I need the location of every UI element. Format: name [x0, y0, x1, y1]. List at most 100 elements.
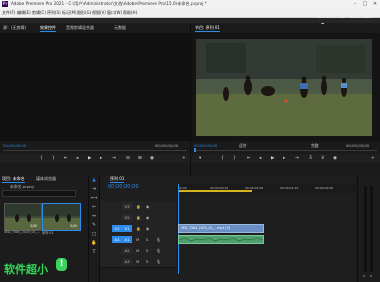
step-back-icon[interactable]: ◂: [259, 156, 261, 161]
eye-icon[interactable]: ◉: [146, 215, 149, 220]
mark-out-icon[interactable]: }: [233, 156, 236, 161]
play-icon[interactable]: ▶: [88, 156, 91, 161]
overwrite-icon[interactable]: ⊞: [138, 156, 142, 161]
go-to-in-icon[interactable]: ⇤: [64, 156, 68, 161]
solo-icon[interactable]: S: [146, 248, 148, 253]
video-clip[interactable]: 3ED_7584_2020_01_...mp4 [V]: [178, 224, 264, 233]
source-monitor-panel: 源：(无剪辑) 效果控件 音频剪辑混合器 元数据 00;00;00;00 00;…: [0, 24, 191, 176]
source-viewer[interactable]: [0, 33, 190, 141]
mark-in-icon[interactable]: {: [221, 156, 224, 161]
menu-clip[interactable]: 剪辑(C): [32, 8, 46, 17]
lock-icon[interactable]: 🔒: [136, 204, 141, 209]
razor-tool-icon[interactable]: ✂: [91, 205, 97, 211]
lock-icon[interactable]: 🔒: [136, 226, 141, 231]
export-frame-icon[interactable]: ◉: [333, 156, 337, 161]
tab-audio-mixer[interactable]: 音频剪辑混合器: [66, 25, 94, 31]
clip-name: 3ED_7584_2020_01_...: [4, 230, 41, 234]
eye-icon[interactable]: ◉: [146, 204, 149, 209]
menu-marker[interactable]: 标记(M): [62, 8, 77, 17]
meter-right: [370, 186, 373, 272]
insert-icon[interactable]: ⊟: [126, 156, 130, 161]
menu-graphics[interactable]: 图形(G): [77, 8, 91, 17]
hand-tool-icon[interactable]: ✋: [91, 241, 97, 247]
tab-project[interactable]: 项目: 未命名: [2, 176, 25, 183]
menu-file[interactable]: 文件(F): [2, 8, 15, 17]
tab-effect-controls[interactable]: 效果控件: [40, 25, 56, 32]
track-label[interactable]: A3: [122, 258, 132, 265]
go-to-out-icon[interactable]: ⇥: [295, 156, 299, 161]
program-video-frame: [196, 39, 372, 136]
eye-icon[interactable]: ◉: [146, 226, 149, 231]
track-label[interactable]: A1: [122, 236, 132, 243]
track-label[interactable]: A2: [122, 247, 132, 254]
track-label[interactable]: V3: [122, 203, 132, 210]
menu-sequence[interactable]: 序列(S): [47, 8, 61, 17]
fit-dropdown[interactable]: 适合: [239, 143, 247, 149]
program-playhead[interactable]: [194, 148, 196, 152]
lock-icon[interactable]: 🔒: [136, 215, 141, 220]
menu-help[interactable]: 帮助(H): [123, 8, 137, 17]
rectangle-tool-icon[interactable]: □: [91, 232, 97, 238]
tab-program[interactable]: 节目: 序列 01: [195, 25, 220, 32]
mute-icon[interactable]: M: [136, 237, 139, 242]
lift-icon[interactable]: ⊼: [309, 156, 312, 161]
title-bar: Pr Adobe Premiere Pro 2021 - C:\用户\Admin…: [0, 0, 380, 8]
quality-dropdown[interactable]: 完整: [311, 143, 319, 149]
source-timecode[interactable]: 00;00;00;00: [3, 143, 26, 148]
brand-logo-icon: !: [56, 258, 67, 271]
audio-clip[interactable]: [178, 235, 264, 244]
mute-icon[interactable]: M: [136, 259, 139, 264]
selection-tool-icon[interactable]: ▲: [91, 178, 97, 184]
mic-icon[interactable]: 🎙: [156, 237, 161, 242]
marker-icon[interactable]: ▾: [199, 156, 201, 161]
add-button-icon[interactable]: +: [182, 156, 186, 161]
minimize-icon[interactable]: –: [350, 0, 360, 8]
work-area-bar[interactable]: [178, 190, 252, 192]
tab-source[interactable]: 源：(无剪辑): [3, 25, 26, 31]
solo-left-button[interactable]: S: [363, 274, 365, 278]
step-forward-icon[interactable]: ▸: [100, 156, 102, 161]
tab-media-browser[interactable]: 媒体浏览器: [36, 176, 56, 182]
ruler-tick: 00;00;02;00: [315, 186, 334, 190]
pen-tool-icon[interactable]: ✎: [91, 223, 97, 229]
project-search-input[interactable]: [2, 190, 76, 197]
go-to-out-icon[interactable]: ⇥: [112, 156, 116, 161]
solo-right-button[interactable]: S: [370, 274, 372, 278]
close-icon[interactable]: ✕: [370, 0, 380, 8]
mute-icon[interactable]: M: [136, 248, 139, 253]
step-back-icon[interactable]: ◂: [76, 156, 78, 161]
mark-out-icon[interactable]: }: [52, 156, 55, 161]
solo-icon[interactable]: S: [146, 237, 148, 242]
brand-text: 软件超小: [4, 263, 48, 276]
mark-in-icon[interactable]: {: [40, 156, 43, 161]
menu-view[interactable]: 视图(V): [92, 8, 106, 17]
tab-sequence[interactable]: 序列 01: [110, 176, 125, 183]
export-frame-icon[interactable]: ◉: [150, 156, 154, 161]
extract-icon[interactable]: ⊻: [321, 156, 324, 161]
ripple-edit-tool-icon[interactable]: ⟷: [91, 196, 97, 202]
source-patch[interactable]: A1: [112, 236, 122, 243]
play-icon[interactable]: ▶: [271, 156, 274, 161]
tab-metadata[interactable]: 元数据: [114, 25, 126, 31]
slip-tool-icon[interactable]: ↔: [91, 214, 97, 220]
mic-icon[interactable]: 🎙: [156, 259, 161, 264]
type-tool-icon[interactable]: T: [91, 250, 97, 256]
menu-edit[interactable]: 编辑(E): [17, 8, 31, 17]
go-to-in-icon[interactable]: ⇤: [247, 156, 251, 161]
step-forward-icon[interactable]: ▸: [283, 156, 285, 161]
source-scrubber[interactable]: [3, 150, 187, 151]
menu-window[interactable]: 窗口(W): [107, 8, 122, 17]
track-label[interactable]: V1: [122, 225, 132, 232]
program-timecode[interactable]: 00;00;00;00: [194, 143, 217, 148]
track-label[interactable]: V2: [122, 214, 132, 221]
mic-icon[interactable]: 🎙: [156, 248, 161, 253]
program-scrubber[interactable]: [194, 150, 377, 151]
source-transport: { } ⇤ ◂ ▶ ▸ ⇥ ⊟ ⊞ ◉ +: [0, 154, 190, 163]
solo-icon[interactable]: S: [146, 259, 148, 264]
maximize-icon[interactable]: □: [360, 0, 370, 8]
timeline-timecode[interactable]: 00;00;00;00: [108, 184, 139, 190]
audio-meters-panel: S S: [357, 176, 380, 282]
source-patch[interactable]: V1: [112, 225, 122, 232]
track-select-tool-icon[interactable]: ⇥: [91, 187, 97, 193]
add-button-icon[interactable]: +: [371, 156, 375, 161]
